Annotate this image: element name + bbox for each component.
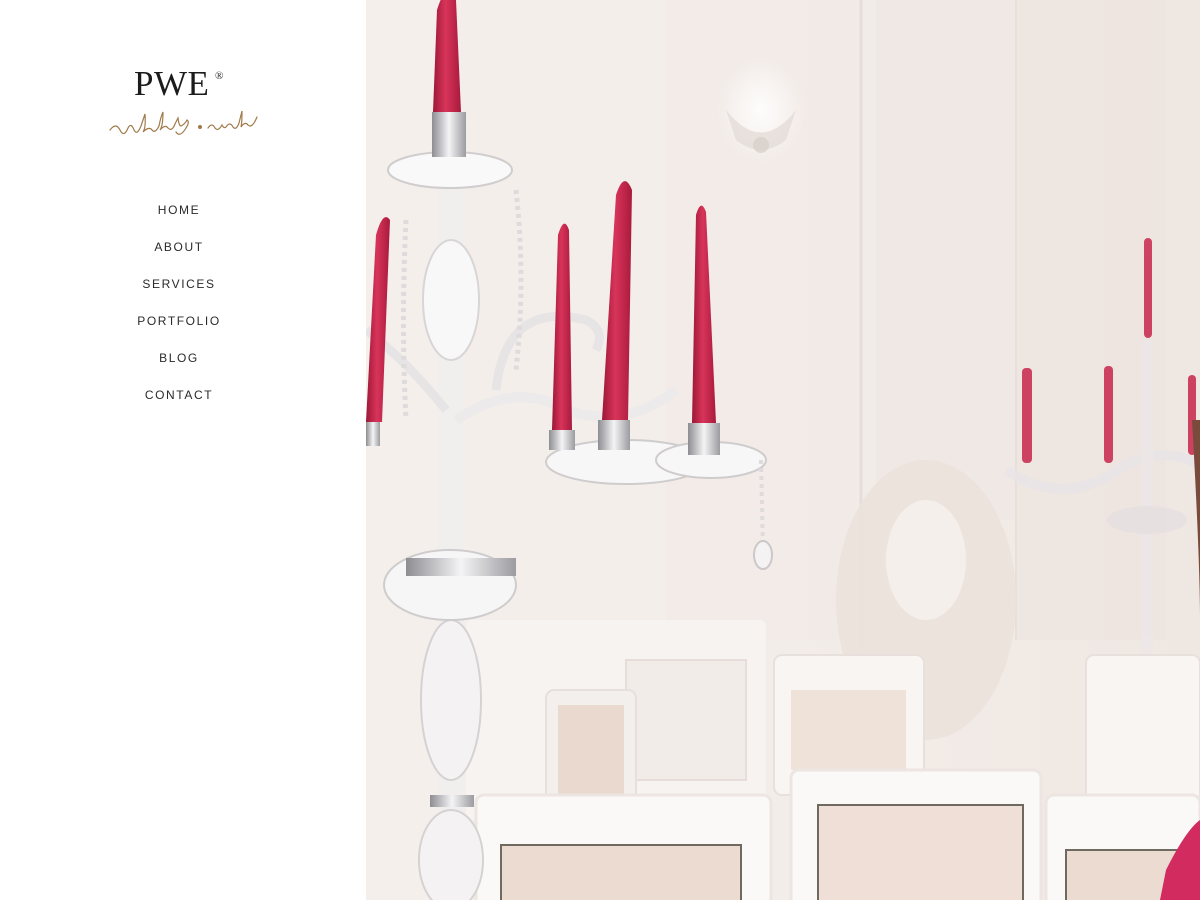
main-nav: HOME ABOUT SERVICES PORTFOLIO BLOG CONTA… [0,199,358,421]
brand-logo[interactable]: PWE ® [0,62,366,162]
nav-item-portfolio: PORTFOLIO [0,310,358,347]
hero-photo-illustration [366,0,1200,900]
nav-item-about: ABOUT [0,236,358,273]
nav-link-portfolio[interactable]: PORTFOLIO [137,314,221,328]
logo-mark: PWE [134,64,210,103]
nav-link-about[interactable]: ABOUT [154,240,203,254]
nav-link-blog[interactable]: BLOG [159,351,199,365]
sidebar: PWE ® HOME ABOUT SERVICES PORTFOLIO BLOG… [0,0,366,900]
nav-link-home[interactable]: HOME [158,203,200,217]
logo-tagline-script [109,110,258,135]
nav-item-home: HOME [0,199,358,236]
page: PWE ® HOME ABOUT SERVICES PORTFOLIO BLOG… [0,0,1200,900]
nav-link-services[interactable]: SERVICES [142,277,215,291]
nav-item-services: SERVICES [0,273,358,310]
nav-item-contact: CONTACT [0,384,358,421]
nav-link-contact[interactable]: CONTACT [145,388,213,402]
nav-item-blog: BLOG [0,347,358,384]
registered-mark: ® [215,70,224,82]
hero-image-candelabra [366,0,1200,900]
